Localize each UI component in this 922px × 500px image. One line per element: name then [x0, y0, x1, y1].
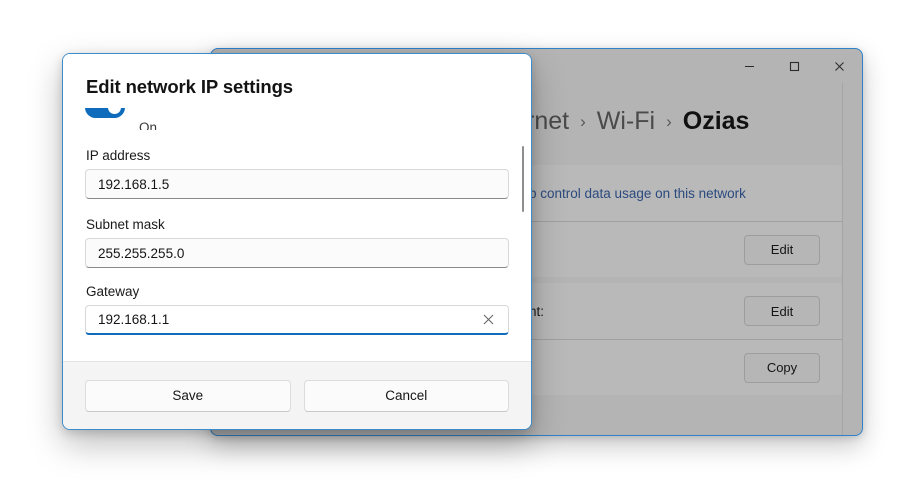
- breadcrumb-item-wifi[interactable]: Wi-Fi: [597, 107, 655, 136]
- gateway-value: 192.168.1.1: [98, 312, 170, 327]
- gateway-input[interactable]: 192.168.1.1: [85, 305, 509, 335]
- cancel-button[interactable]: Cancel: [303, 379, 509, 412]
- minimize-icon: [743, 60, 756, 73]
- dhcp-toggle-row[interactable]: On: [85, 106, 509, 130]
- field-subnet-mask: Subnet mask 255.255.255.0: [85, 217, 509, 268]
- edit-ip-settings-dialog: Edit network IP settings On IP address 1…: [62, 53, 532, 430]
- dialog-title: Edit network IP settings: [86, 76, 293, 97]
- edit-button-2[interactable]: Edit: [744, 296, 820, 326]
- dialog-footer: Save Cancel: [63, 361, 531, 429]
- toggle-knob: [108, 108, 121, 114]
- copy-button[interactable]: Copy: [744, 352, 820, 383]
- field-ip-address: IP address 192.168.1.5: [85, 148, 509, 199]
- toggle-state-label: On: [139, 121, 158, 130]
- toggle-switch[interactable]: [85, 108, 125, 118]
- settings-scroll-rail[interactable]: [842, 83, 843, 435]
- breadcrumb-separator-icon: ›: [580, 112, 586, 131]
- breadcrumb-item-current: Ozias: [682, 106, 750, 135]
- minimize-button[interactable]: [727, 49, 772, 83]
- field-gateway: Gateway 192.168.1.1: [85, 284, 509, 335]
- ip-address-input[interactable]: 192.168.1.5: [85, 169, 509, 199]
- maximize-button[interactable]: [772, 49, 817, 83]
- screen: rnet › Wi-Fi › Ozias p control data usag…: [0, 0, 922, 500]
- edit-button-1[interactable]: Edit: [744, 234, 820, 265]
- close-button[interactable]: [817, 49, 862, 83]
- maximize-icon: [788, 60, 801, 73]
- save-button[interactable]: Save: [85, 379, 291, 412]
- ip-address-label: IP address: [86, 148, 151, 163]
- subnet-mask-value: 255.255.255.0: [98, 245, 185, 261]
- dialog-scroll-area: Edit network IP settings On IP address 1…: [63, 54, 531, 361]
- dialog-scrollbar[interactable]: [522, 146, 524, 212]
- clear-x-icon[interactable]: [478, 310, 498, 330]
- breadcrumb-separator-icon-2: ›: [666, 112, 672, 131]
- gateway-label: Gateway: [86, 284, 140, 299]
- subnet-mask-label: Subnet mask: [86, 217, 165, 232]
- close-icon: [833, 60, 846, 73]
- ip-address-value: 192.168.1.5: [98, 176, 170, 192]
- subnet-mask-input[interactable]: 255.255.255.0: [85, 238, 509, 268]
- dhcp-toggle-clip: [85, 108, 125, 130]
- breadcrumb-item-parent[interactable]: rnet: [526, 107, 569, 136]
